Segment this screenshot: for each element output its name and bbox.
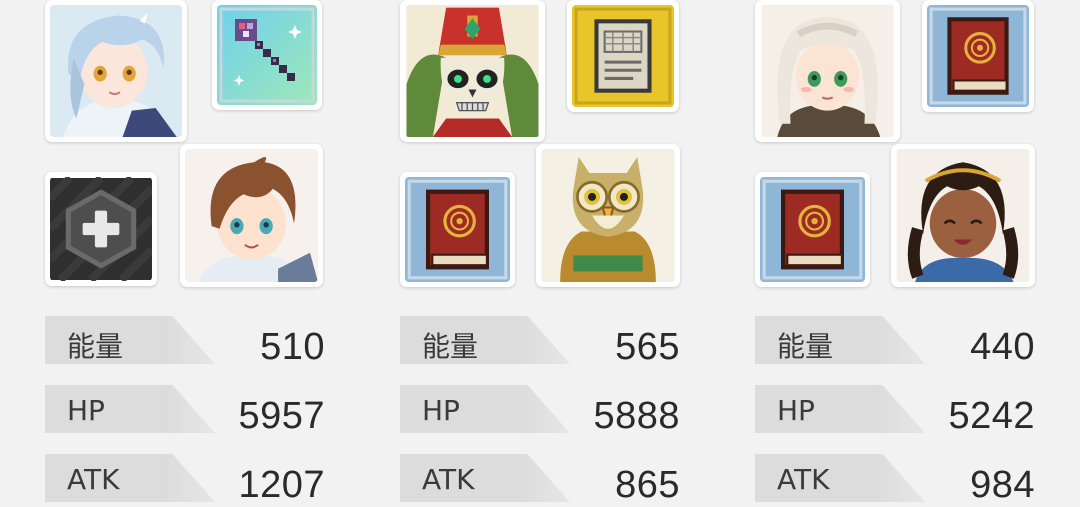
stat-row-hp: HP 5888 xyxy=(400,385,680,437)
owl-portrait xyxy=(541,149,675,282)
stat-value: 865 xyxy=(615,464,680,506)
white-haired-girl-portrait xyxy=(760,5,895,137)
skeleton-bishop-portrait xyxy=(405,5,540,137)
team-panel-3: 能量 440 HP 5242 ATK 984 xyxy=(755,0,1055,506)
stat-row-energy: 能量 510 xyxy=(45,316,325,368)
partner-slot[interactable] xyxy=(536,144,680,287)
stat-value: 1207 xyxy=(238,464,325,506)
leader-slot[interactable] xyxy=(400,0,545,142)
pixel-red-book-icon xyxy=(405,177,510,282)
stat-value: 984 xyxy=(970,464,1035,506)
stat-row-energy: 能量 565 xyxy=(400,316,680,368)
support-slot-empty[interactable] xyxy=(45,172,157,286)
stat-label: HP xyxy=(422,394,460,427)
stat-label: HP xyxy=(67,394,105,427)
pixel-magic-staff-icon xyxy=(217,5,317,105)
stat-row-energy: 能量 440 xyxy=(755,316,1035,368)
stat-label: ATK xyxy=(67,463,120,496)
stat-value: 440 xyxy=(970,326,1035,368)
silver-haired-girl-portrait xyxy=(50,5,182,137)
pixel-red-book-icon xyxy=(927,5,1029,107)
pixel-stone-tablet-icon xyxy=(572,5,674,107)
leader-slot[interactable] xyxy=(45,0,187,142)
stat-row-atk: ATK 865 xyxy=(400,454,680,506)
stat-label: 能量 xyxy=(422,330,479,363)
stat-label: 能量 xyxy=(777,330,834,363)
partner-slot[interactable] xyxy=(891,144,1035,287)
stat-value: 5888 xyxy=(593,395,680,437)
equip-slot[interactable] xyxy=(922,0,1034,112)
stat-row-atk: ATK 984 xyxy=(755,454,1035,506)
team-panel-2: 能量 565 HP 5888 ATK 865 xyxy=(400,0,700,506)
support-slot[interactable] xyxy=(400,172,515,287)
support-slot[interactable] xyxy=(755,172,870,287)
pixel-red-book-icon xyxy=(760,177,865,282)
team-panel-1: 能量 510 HP 5957 ATK 1207 xyxy=(45,0,345,506)
braided-hair-girl-portrait xyxy=(896,149,1030,282)
stat-value: 565 xyxy=(615,326,680,368)
stat-value: 5242 xyxy=(948,395,1035,437)
stat-label: 能量 xyxy=(67,330,124,363)
partner-slot[interactable] xyxy=(180,144,323,287)
stat-row-hp: HP 5242 xyxy=(755,385,1035,437)
stat-value: 5957 xyxy=(238,395,325,437)
stat-row-hp: HP 5957 xyxy=(45,385,325,437)
stat-label: HP xyxy=(777,394,815,427)
equip-slot[interactable] xyxy=(567,0,679,112)
stat-value: 510 xyxy=(260,326,325,368)
stat-row-atk: ATK 1207 xyxy=(45,454,325,506)
equip-slot[interactable] xyxy=(212,0,322,110)
add-slot-icon xyxy=(50,177,152,281)
stat-label: ATK xyxy=(422,463,475,496)
leader-slot[interactable] xyxy=(755,0,900,142)
brown-haired-boy-portrait xyxy=(185,149,318,282)
stat-label: ATK xyxy=(777,463,830,496)
